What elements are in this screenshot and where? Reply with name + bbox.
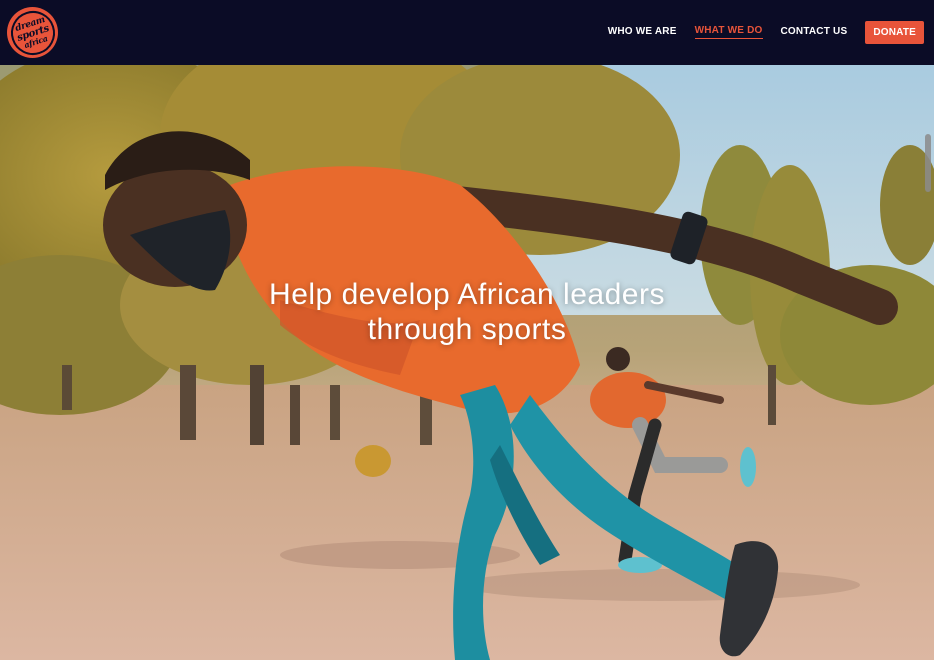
hero-headline-line-2: through sports xyxy=(367,313,567,346)
hero-video: Help develop African leaders through spo… xyxy=(0,65,934,660)
top-navbar: dream sports africa WHO WE ARE WHAT WE D… xyxy=(0,0,934,65)
hero-headline-line-1: Help develop African leaders xyxy=(269,278,665,311)
hero-headline: Help develop African leaders through spo… xyxy=(0,277,934,347)
nav-what-we-do[interactable]: WHAT WE DO xyxy=(694,25,763,39)
nav-who-we-are[interactable]: WHO WE ARE xyxy=(608,26,677,39)
hero-background-image xyxy=(0,65,934,660)
main-nav: WHO WE ARE WHAT WE DO CONTACT US DONATE xyxy=(590,20,924,44)
donate-button[interactable]: DONATE xyxy=(865,20,924,44)
logo[interactable]: dream sports africa xyxy=(7,7,58,58)
page-scrollbar[interactable] xyxy=(925,134,931,192)
logo-mark: dream sports africa xyxy=(7,7,58,58)
nav-contact-us[interactable]: CONTACT US xyxy=(781,26,848,39)
